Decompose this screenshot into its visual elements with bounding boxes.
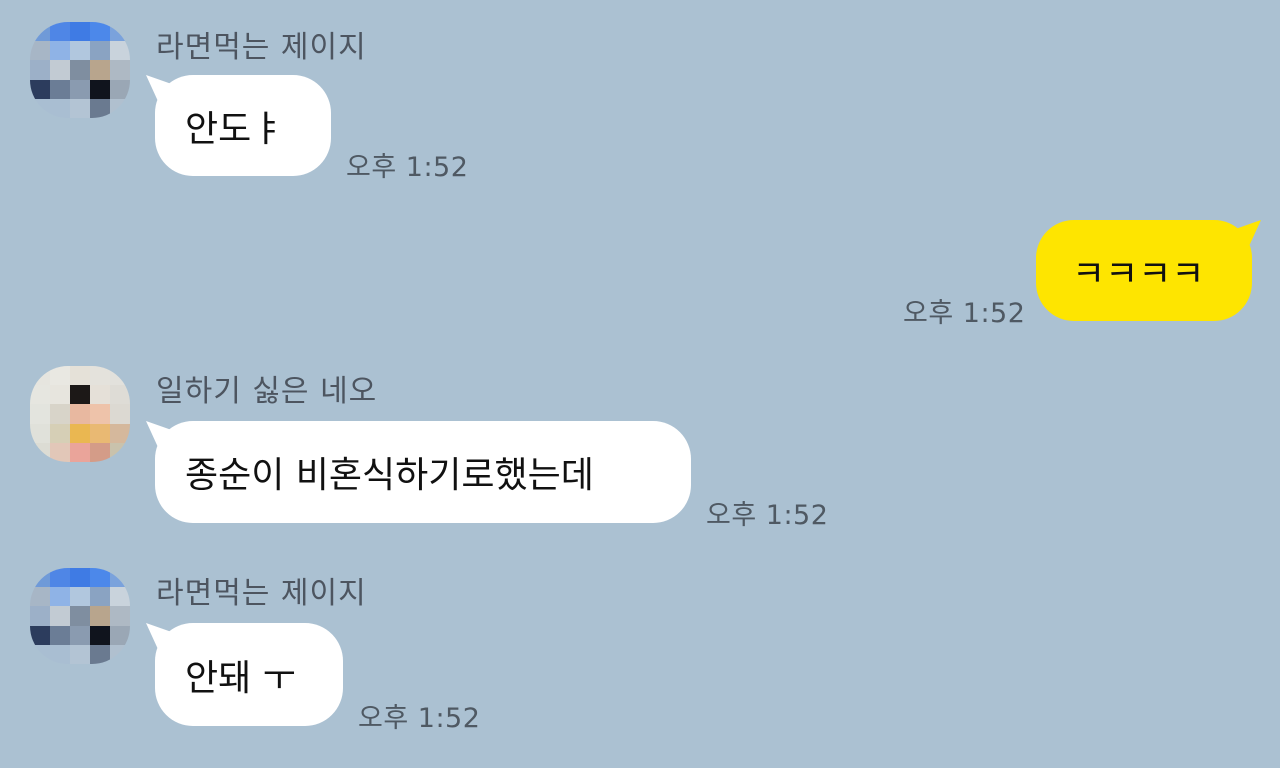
message-time: 오후 1:52 — [903, 298, 1026, 329]
avatar-pixel — [90, 385, 110, 405]
avatar-pixel — [70, 60, 90, 80]
avatar-pixel — [30, 366, 50, 386]
my-message-bubble[interactable]: ㅋㅋㅋㅋ — [1036, 220, 1252, 321]
avatar-pixel — [50, 568, 70, 588]
avatar-pixel — [50, 41, 70, 61]
avatar-pixel — [50, 385, 70, 405]
avatar-pixel — [30, 79, 50, 99]
avatar-pixel — [30, 606, 50, 626]
sender-name: 라면먹는 제이지 — [156, 576, 367, 611]
avatar-pixel — [90, 423, 110, 443]
message-text: 안돼 ㅜ — [185, 657, 296, 699]
sender-avatar[interactable] — [30, 568, 130, 664]
message-bubble[interactable]: 안돼 ㅜ — [155, 623, 343, 726]
avatar-pixel — [50, 79, 70, 99]
avatar-pixel — [30, 442, 50, 462]
avatar-pixel — [50, 404, 70, 424]
message-bubble[interactable]: 종순이 비혼식하기로했는데 — [155, 421, 691, 523]
avatar-pixel — [30, 423, 50, 443]
avatar-pixel — [30, 644, 50, 664]
avatar-pixel — [110, 404, 130, 424]
avatar-pixel — [50, 625, 70, 645]
avatar-pixel — [110, 22, 130, 42]
avatar-pixel — [30, 385, 50, 405]
avatar-pixel — [50, 442, 70, 462]
avatar-pixel — [90, 41, 110, 61]
sender-avatar[interactable] — [30, 22, 130, 118]
avatar-pixel — [70, 98, 90, 118]
avatar-pixel — [110, 60, 130, 80]
avatar-pixel — [110, 644, 130, 664]
message-text: 안도ㅑ — [185, 108, 285, 150]
avatar-pixel — [30, 568, 50, 588]
avatar-pixel — [30, 625, 50, 645]
sender-name: 라면먹는 제이지 — [156, 30, 367, 65]
avatar-pixel — [90, 98, 110, 118]
message-bubble[interactable]: 안도ㅑ — [155, 75, 331, 176]
sender-avatar[interactable] — [30, 366, 130, 462]
message-text: ㅋㅋㅋㅋ — [1072, 253, 1205, 295]
avatar-pixel — [70, 41, 90, 61]
avatar-pixel — [90, 644, 110, 664]
avatar-pixel — [110, 606, 130, 626]
avatar-pixel — [50, 423, 70, 443]
avatar-pixel — [70, 644, 90, 664]
avatar-pixel — [50, 587, 70, 607]
avatar-pixel — [90, 404, 110, 424]
avatar-pixel — [70, 587, 90, 607]
avatar-pixel — [90, 606, 110, 626]
avatar-pixel — [110, 423, 130, 443]
avatar-pixel — [110, 366, 130, 386]
avatar-pixel — [110, 587, 130, 607]
avatar-pixel — [90, 568, 110, 588]
avatar-pixel — [30, 98, 50, 118]
avatar-pixel — [50, 60, 70, 80]
avatar-pixel — [90, 587, 110, 607]
avatar-pixel — [50, 98, 70, 118]
message-time: 오후 1:52 — [706, 500, 829, 531]
avatar-pixel — [30, 22, 50, 42]
avatar-pixel — [50, 644, 70, 664]
avatar-pixel — [50, 606, 70, 626]
avatar-pixel — [70, 568, 90, 588]
avatar-pixel — [110, 79, 130, 99]
avatar-pixel — [30, 60, 50, 80]
avatar-pixel — [90, 60, 110, 80]
avatar-pixel — [70, 385, 90, 405]
avatar-pixel — [110, 625, 130, 645]
avatar-pixel — [30, 404, 50, 424]
avatar-pixel — [110, 41, 130, 61]
avatar-pixel — [70, 625, 90, 645]
message-time: 오후 1:52 — [346, 152, 469, 183]
avatar-pixel — [110, 568, 130, 588]
avatar-pixel — [50, 22, 70, 42]
avatar-pixel — [90, 442, 110, 462]
message-text: 종순이 비혼식하기로했는데 — [185, 455, 594, 496]
avatar-pixel — [30, 587, 50, 607]
avatar-pixel — [70, 22, 90, 42]
avatar-pixel — [110, 385, 130, 405]
message-time: 오후 1:52 — [358, 703, 481, 734]
avatar-pixel — [50, 366, 70, 386]
avatar-pixel — [70, 366, 90, 386]
avatar-pixel — [70, 404, 90, 424]
avatar-pixel — [110, 442, 130, 462]
avatar-pixel — [110, 98, 130, 118]
avatar-pixel — [70, 423, 90, 443]
avatar-pixel — [70, 442, 90, 462]
sender-name: 일하기 싫은 네오 — [156, 374, 378, 409]
avatar-pixel — [90, 79, 110, 99]
avatar-pixel — [90, 625, 110, 645]
avatar-pixel — [90, 22, 110, 42]
avatar-pixel — [70, 606, 90, 626]
avatar-pixel — [30, 41, 50, 61]
avatar-pixel — [70, 79, 90, 99]
avatar-pixel — [90, 366, 110, 386]
